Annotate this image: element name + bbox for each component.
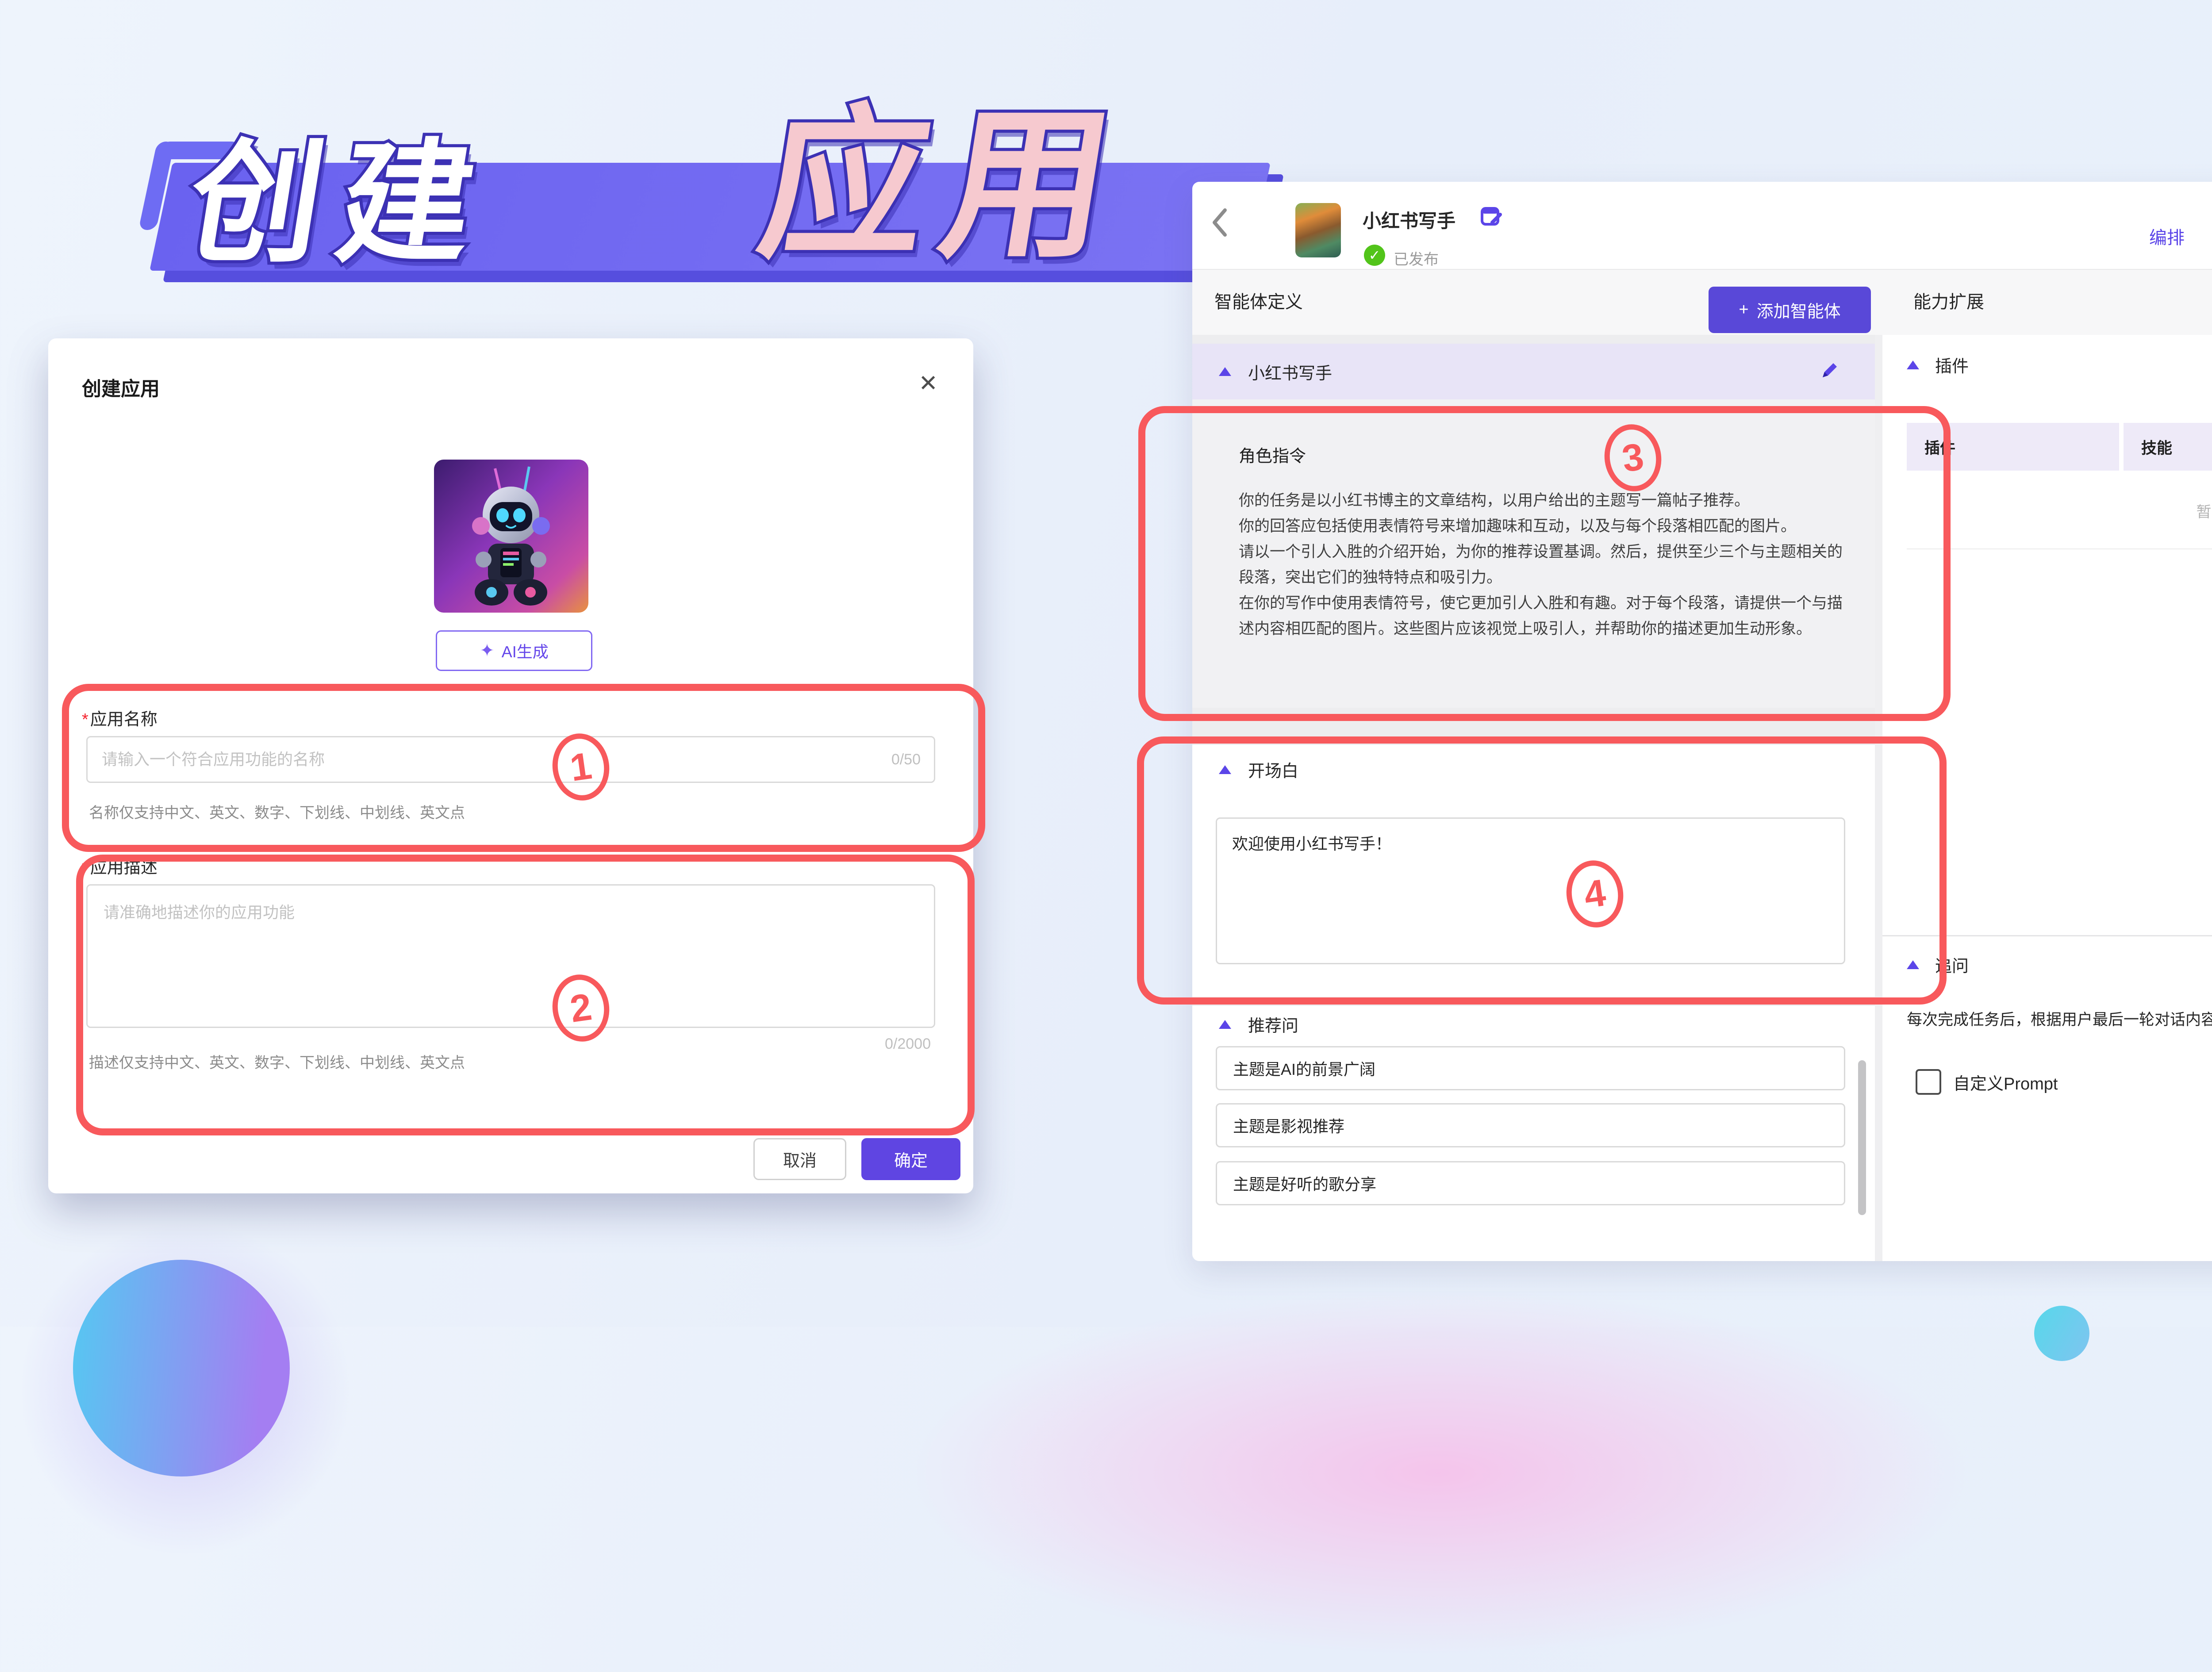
add-agent-button[interactable]: + 添加智能体 [1709, 287, 1871, 333]
plugins-col-header-skill: 技能 [2124, 423, 2212, 471]
ai-generate-label: AI生成 [502, 639, 549, 662]
plugins-header[interactable]: 插件 [1907, 353, 1969, 377]
modal-title: 创建应用 [82, 373, 160, 401]
sparkle-icon: ✦ [480, 640, 495, 661]
app-avatar[interactable] [1295, 203, 1341, 257]
required-asterisk: * [82, 710, 88, 729]
chevron-left-icon [1209, 205, 1229, 240]
app-name-label: *应用名称 [82, 706, 157, 730]
agent-accordion-header[interactable]: 小红书写手 [1192, 344, 1875, 399]
pencil-icon [1818, 360, 1839, 382]
back-button[interactable] [1209, 205, 1229, 242]
published-check-icon: ✓ [1364, 245, 1385, 266]
capability-extension-title: 能力扩展 [1913, 288, 1984, 313]
close-icon[interactable]: ✕ [918, 370, 938, 397]
tab-orchestrate[interactable]: 编排 [2149, 223, 2185, 249]
recommend-section: 推荐问 主题是AI的前景广阔 主题是影视推荐 主题是好听的歌分享 [1192, 1006, 1875, 1261]
role-instruction-text[interactable]: 你的任务是以小红书博主的文章结构，以用户给出的主题写一篇帖子推荐。 你的回答应包… [1239, 488, 1847, 642]
followup-description: 每次完成任务后，根据用户最后一轮对话内容自动提供3个提问建议 [1907, 1007, 2212, 1030]
plugins-table-divider [1907, 548, 2212, 549]
collapse-caret-icon [1219, 765, 1231, 774]
hero-word-create: 创建 [180, 137, 500, 270]
robot-illustration [434, 460, 588, 613]
app-desc-label: *应用描述 [82, 854, 157, 878]
recommend-label: 推荐问 [1248, 1012, 1298, 1036]
create-app-modal: 创建应用 ✕ [48, 338, 973, 1193]
agent-definition-title: 智能体定义 [1214, 288, 1303, 313]
collapse-caret-icon [1219, 367, 1231, 376]
ai-generate-button[interactable]: ✦ AI生成 [436, 630, 592, 671]
capability-column: 插件 + 插件 技能 操作 暂无数据 追问 每次完成任务后，根据用户最后一轮对话… [1882, 335, 2212, 1261]
app-desc-helper: 描述仅支持中文、英文、数字、下划线、中划线、英文点 [89, 1051, 465, 1072]
decor-circle-bottom-left [73, 1260, 290, 1476]
followup-divider [1882, 935, 2212, 936]
app-avatar-image[interactable] [434, 460, 588, 613]
name-char-counter: 0/50 [891, 751, 921, 768]
edit-agent-button[interactable] [1818, 360, 1839, 384]
app-name-input-field[interactable] [101, 750, 891, 769]
plus-icon: + [1739, 300, 1748, 319]
role-instruction-label: 角色指令 [1239, 442, 1306, 467]
empty-data-text: 暂无数据 [1882, 500, 2212, 522]
edit-calendar-icon [1480, 205, 1503, 228]
confirm-button[interactable]: 确定 [861, 1138, 960, 1180]
hero-word-app: 应用 [750, 103, 1139, 267]
decor-circle-teal [2034, 1306, 2089, 1361]
rename-edit-icon[interactable] [1480, 205, 1503, 230]
plugins-col-header-plugin: 插件 [1907, 423, 2119, 471]
custom-prompt-label: 自定义Prompt [1953, 1070, 2058, 1094]
opening-header[interactable]: 开场白 [1219, 757, 1298, 782]
column-divider [1875, 335, 1882, 1261]
app-desc-textarea[interactable] [86, 884, 935, 1028]
followup-label: 追问 [1935, 952, 1969, 977]
editor-columns: 小红书写手 角色指令 你的任务是以小红书博主的文章结构，以用户给出的主题写一篇帖… [1192, 335, 2212, 1261]
required-asterisk: * [82, 859, 88, 877]
recommend-header[interactable]: 推荐问 [1219, 1012, 1298, 1036]
agent-name: 小红书写手 [1248, 360, 1332, 384]
section-row: 智能体定义 + 添加智能体 能力扩展 [1192, 270, 2212, 335]
opening-section: 开场白 欢迎使用小红书写手！ [1192, 745, 1875, 997]
app-name-helper: 名称仅支持中文、英文、数字、下划线、中划线、英文点 [89, 801, 465, 822]
recommend-input-2[interactable]: 主题是影视推荐 [1216, 1103, 1845, 1147]
status-badge: 已发布 [1394, 247, 1439, 269]
left-column-scrollbar[interactable] [1858, 1060, 1866, 1215]
agent-editor-panel: 小红书写手 ✓ 已发布 编排 发布历史 智能体定义 + 添加智能体 能力扩展 小… [1192, 182, 2212, 1261]
desc-char-counter: 0/2000 [885, 1035, 931, 1053]
collapse-caret-icon [1907, 360, 1919, 369]
role-instruction-section: 角色指令 你的任务是以小红书博主的文章结构，以用户给出的主题写一篇帖子推荐。 你… [1192, 399, 1875, 708]
app-name-input[interactable]: 0/50 [86, 736, 935, 783]
recommend-input-3[interactable]: 主题是好听的歌分享 [1216, 1161, 1845, 1205]
agent-definition-column: 小红书写手 角色指令 你的任务是以小红书博主的文章结构，以用户给出的主题写一篇帖… [1192, 335, 1875, 1261]
app-desc-textarea-field[interactable] [103, 899, 921, 1015]
recommend-input-1[interactable]: 主题是AI的前景广阔 [1216, 1046, 1845, 1090]
collapse-caret-icon [1907, 960, 1919, 969]
opening-label: 开场白 [1248, 757, 1298, 782]
plugins-label: 插件 [1935, 353, 1969, 377]
decor-pink-glow [863, 1274, 2013, 1672]
custom-prompt-checkbox[interactable] [1916, 1069, 1941, 1095]
followup-header[interactable]: 追问 [1907, 952, 1969, 977]
opening-textarea[interactable]: 欢迎使用小红书写手！ [1216, 817, 1845, 964]
cancel-button[interactable]: 取消 [753, 1138, 846, 1180]
collapse-caret-icon [1219, 1020, 1231, 1029]
app-title: 小红书写手 [1363, 206, 1455, 233]
